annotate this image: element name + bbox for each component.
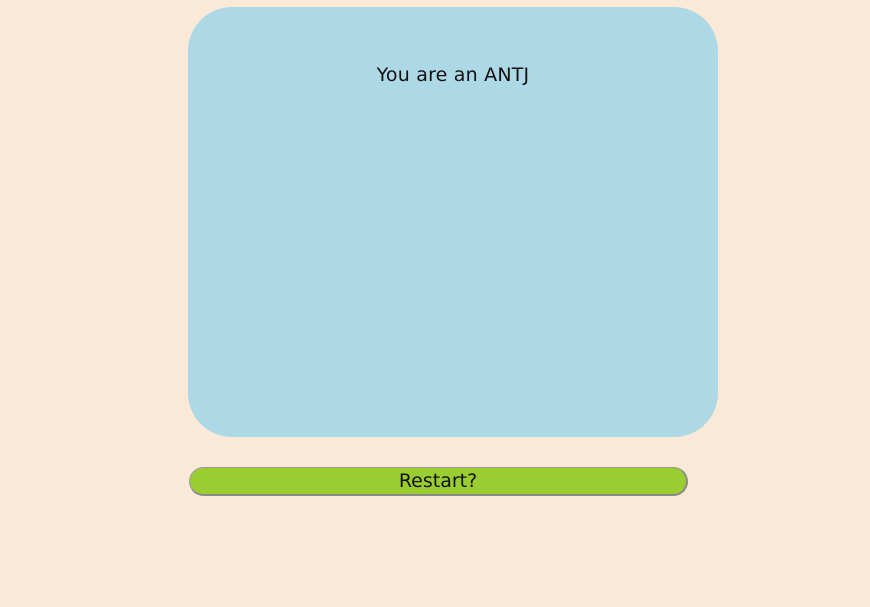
result-card: You are an ANTJ bbox=[188, 7, 718, 437]
restart-button[interactable]: Restart? bbox=[189, 467, 688, 496]
result-text: You are an ANTJ bbox=[376, 64, 530, 86]
quiz-result-page: You are an ANTJ Restart? bbox=[0, 0, 870, 607]
